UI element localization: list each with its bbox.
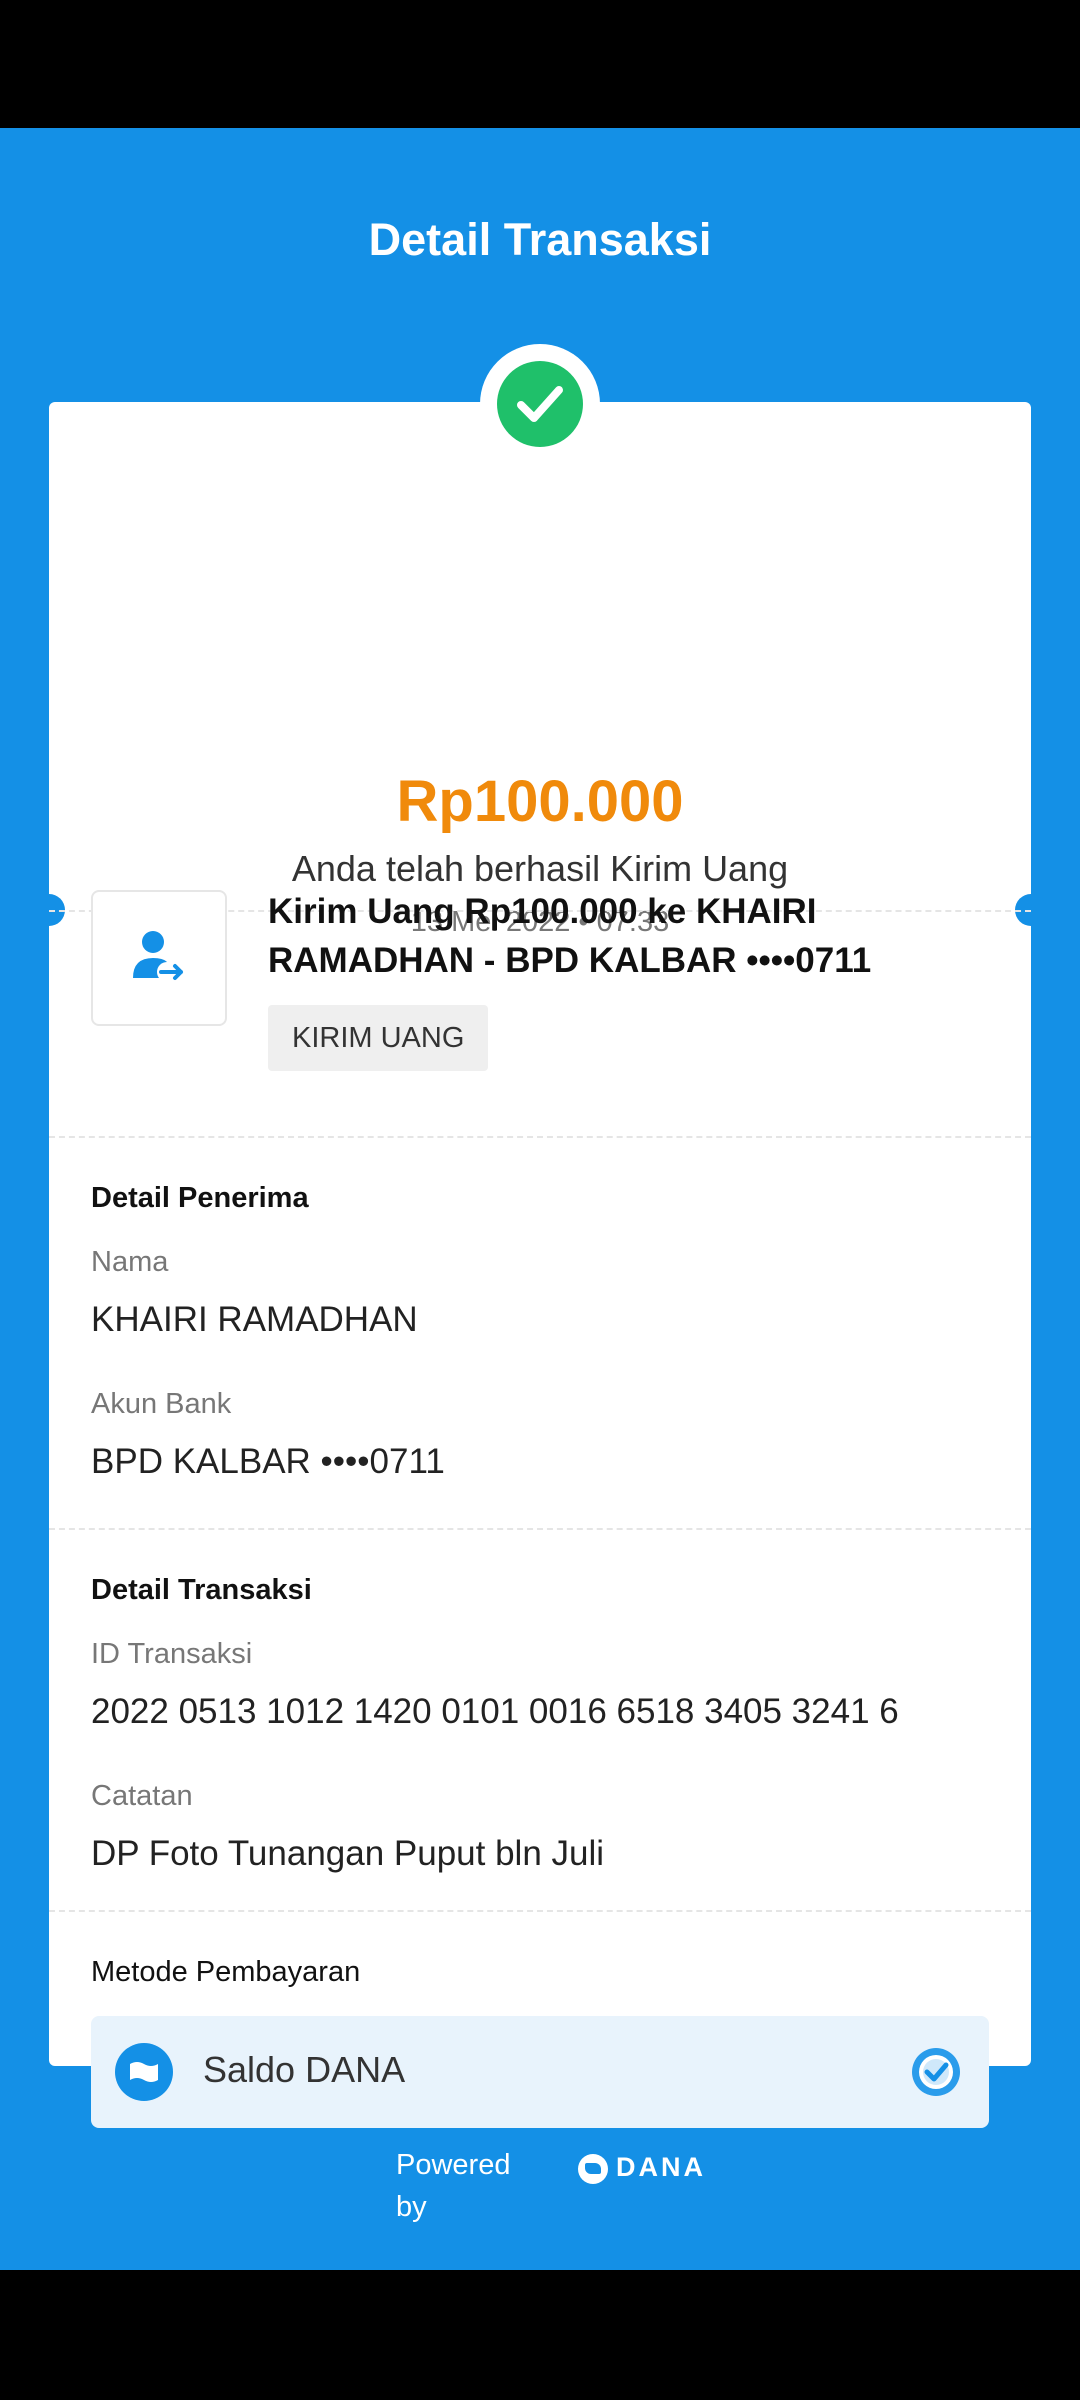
- status-text: Anda telah berhasil Kirim Uang: [291, 848, 789, 889]
- send-money-icon: [91, 890, 227, 1026]
- card-edge-scallop: [739, 2175, 775, 2211]
- transaction-title: Kirim Uang Rp100.000 ke KHAIRI RAMADHAN …: [268, 892, 872, 980]
- card-edge-scallop: [303, 2175, 339, 2211]
- wallet-icon: [115, 2043, 173, 2101]
- recipient-name-value: KHAIRI RAMADHAN: [91, 1300, 418, 1339]
- recipient-name-label: Nama: [91, 1246, 169, 1278]
- verified-check-icon: [909, 2045, 963, 2099]
- card-edge-scallop: [521, 2175, 557, 2211]
- dana-logo-icon: [578, 2154, 608, 2184]
- bank-account-label: Akun Bank: [91, 1388, 232, 1420]
- screen: Detail Transaksi Rp100.000 Anda telah be…: [0, 128, 1080, 2270]
- card-edge-scallop: [848, 2175, 884, 2211]
- check-icon: [497, 361, 583, 447]
- payment-section-title: Metode Pembayaran: [91, 1956, 361, 1988]
- divider: [49, 1528, 1031, 1530]
- transaction-type-tag: KIRIM UANG: [268, 1005, 489, 1071]
- page-title: Detail Transaksi: [368, 214, 712, 265]
- transaction-section-title: Detail Transaksi: [91, 1574, 312, 1606]
- payment-method-label: Saldo DANA: [203, 2049, 406, 2090]
- amount: Rp100.000: [396, 769, 684, 834]
- bank-account-value: BPD KALBAR ••••0711: [91, 1442, 445, 1481]
- card-edge-scallop: [957, 2175, 993, 2211]
- divider: [49, 1136, 1031, 1138]
- card-edge-scallop: [194, 2175, 230, 2211]
- transaction-id-label: ID Transaksi: [91, 1638, 253, 1670]
- recipient-section-title: Detail Penerima: [91, 1182, 309, 1214]
- divider: [49, 1910, 1031, 1912]
- payment-method: Saldo DANA: [91, 2016, 989, 2128]
- transaction-id-value: 2022 0513 1012 1420 0101 0016 6518 3405 …: [91, 1692, 899, 1731]
- powered-by-text: Powered by: [396, 2149, 511, 2223]
- receipt-card: Rp100.000 Anda telah berhasil Kirim Uang…: [33, 402, 1047, 2211]
- card-edge-scallop: [85, 2175, 121, 2211]
- dana-logo-word: DANA: [616, 2152, 706, 2182]
- note-label: Catatan: [91, 1780, 193, 1812]
- note-value: DP Foto Tunangan Puput bln Juli: [91, 1834, 605, 1873]
